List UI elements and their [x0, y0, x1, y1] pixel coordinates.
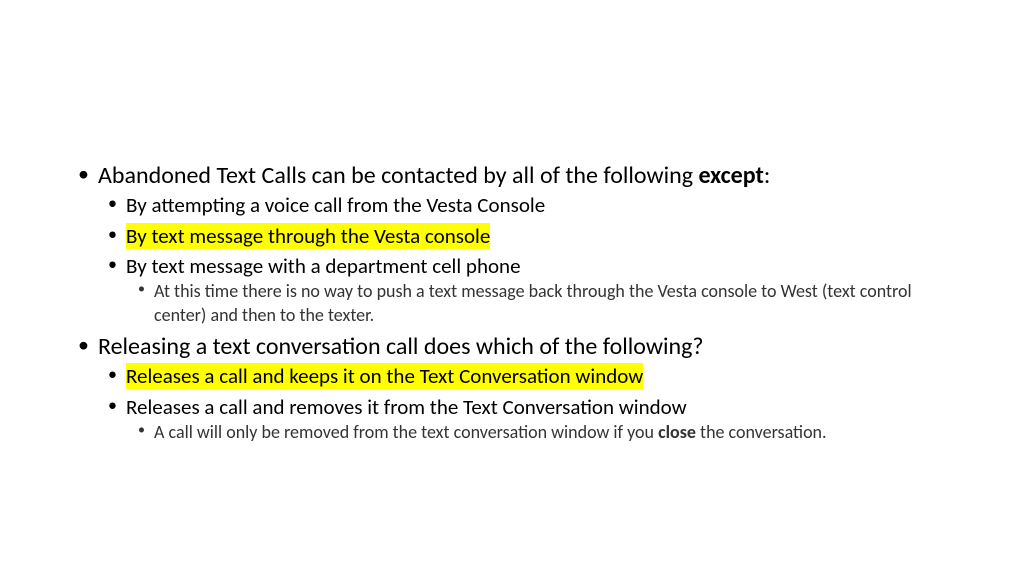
- q1-option-1-text: By attempting a voice call from the Vest…: [126, 192, 545, 218]
- q2-note: A call will only be removed from the tex…: [126, 421, 954, 444]
- q2-stem: Releasing a text conversation call does …: [98, 332, 704, 361]
- q2-note-bold: close: [658, 421, 696, 443]
- q1-option-3-text: By text message with a department cell p…: [126, 253, 521, 279]
- q1-stem-pre: Abandoned Text Calls can be contacted by…: [98, 161, 698, 190]
- question-2: Releasing a text conversation call does …: [70, 331, 954, 444]
- q2-options: Releases a call and keeps it on the Text…: [98, 362, 954, 444]
- q1-option-2-text: By text message through the Vesta consol…: [126, 223, 490, 249]
- q1-stem-bold: except: [698, 161, 763, 190]
- q1-notes: At this time there is no way to push a t…: [126, 280, 954, 327]
- q1-option-2: By text message through the Vesta consol…: [98, 222, 954, 250]
- q2-note-post: the conversation.: [696, 421, 827, 443]
- q1-note: At this time there is no way to push a t…: [126, 280, 954, 327]
- slide-content: Abandoned Text Calls can be contacted by…: [70, 160, 954, 444]
- q1-options: By attempting a voice call from the Vest…: [98, 191, 954, 327]
- q2-option-1-text: Releases a call and keeps it on the Text…: [126, 363, 643, 389]
- q1-option-1: By attempting a voice call from the Vest…: [98, 191, 954, 219]
- q1-stem-post: :: [764, 161, 770, 190]
- q2-option-2-text: Releases a call and removes it from the …: [126, 394, 687, 420]
- question-1: Abandoned Text Calls can be contacted by…: [70, 160, 954, 327]
- q2-option-2: Releases a call and removes it from the …: [98, 393, 954, 445]
- q1-option-3: By text message with a department cell p…: [98, 252, 954, 327]
- q2-option-1: Releases a call and keeps it on the Text…: [98, 362, 954, 390]
- q2-notes: A call will only be removed from the tex…: [126, 421, 954, 444]
- q2-note-pre: A call will only be removed from the tex…: [154, 421, 658, 443]
